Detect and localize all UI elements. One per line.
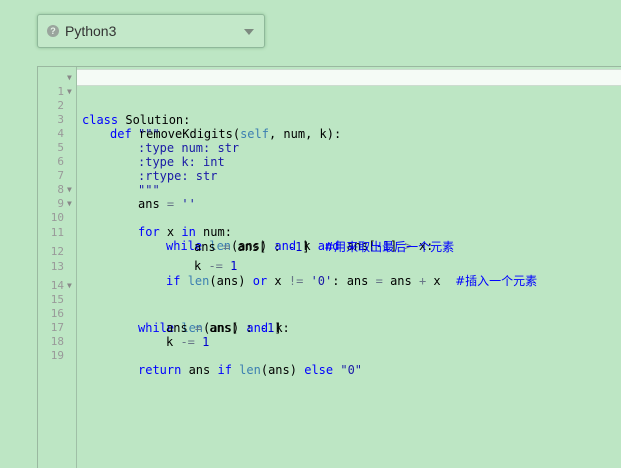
chevron-down-icon (244, 29, 254, 35)
code-token: (ans) (260, 363, 305, 377)
code-line: 6 :rtype: str (38, 141, 621, 183)
code-line: 4 :type num: str (38, 113, 621, 155)
code-token: "0" (340, 363, 363, 377)
help-icon: ? (47, 25, 59, 37)
code-line: 7 """ (38, 155, 621, 197)
code-token: len (239, 363, 261, 377)
code-token: return (138, 363, 182, 377)
code-line: 5 :type k: int (38, 127, 621, 169)
code-line: 12 k -= 1 (38, 231, 621, 273)
fold-arrow-icon[interactable]: ▼ (67, 197, 72, 211)
code-line: 18 (38, 321, 621, 348)
code-line: 2 ▼ def removeKdigits(self, num, k): (38, 85, 621, 141)
code-token: else (304, 363, 334, 377)
language-select-value: Python3 (65, 23, 117, 39)
code-editor[interactable]: 1 ▼ class Solution: 2 ▼ def removeKdigit… (37, 66, 621, 468)
code-line: 19 return ans if len(ans) else "0" (38, 335, 621, 377)
code-line: 10 ▼ while len(ans) and k and ans[-1] > … (38, 197, 621, 253)
language-select[interactable]: ? Python3 (37, 14, 265, 48)
code-line: 8 ans = '' (38, 169, 621, 211)
code-line: 1 ▼ class Solution: (38, 71, 621, 127)
code-line: 13 if len(ans) or x != '0': ans = ans + … (38, 246, 621, 288)
code-line: 17 k -= 1 (38, 307, 621, 349)
code-line: 11 ans = ans[ : -1] #用来取出最后一个元素 (38, 212, 621, 254)
fold-arrow-icon[interactable]: ▼ (67, 71, 72, 85)
code-line: 9 ▼ for x in num: (38, 183, 621, 239)
fold-arrow-icon[interactable]: ▼ (67, 183, 72, 197)
code-line: 15 ▼ while len(ans) and k: (38, 279, 621, 335)
fold-arrow-icon[interactable]: ▼ (67, 85, 72, 99)
code-line: 3 """ (38, 99, 621, 141)
code-token: ans (181, 363, 218, 377)
line-number: 19 (50, 349, 64, 362)
code-line: 14 (38, 265, 621, 292)
fold-arrow-icon[interactable]: ▼ (67, 279, 72, 293)
code-token: if (217, 363, 232, 377)
code-line: 16 ans = ans[ : -1] (38, 293, 621, 335)
